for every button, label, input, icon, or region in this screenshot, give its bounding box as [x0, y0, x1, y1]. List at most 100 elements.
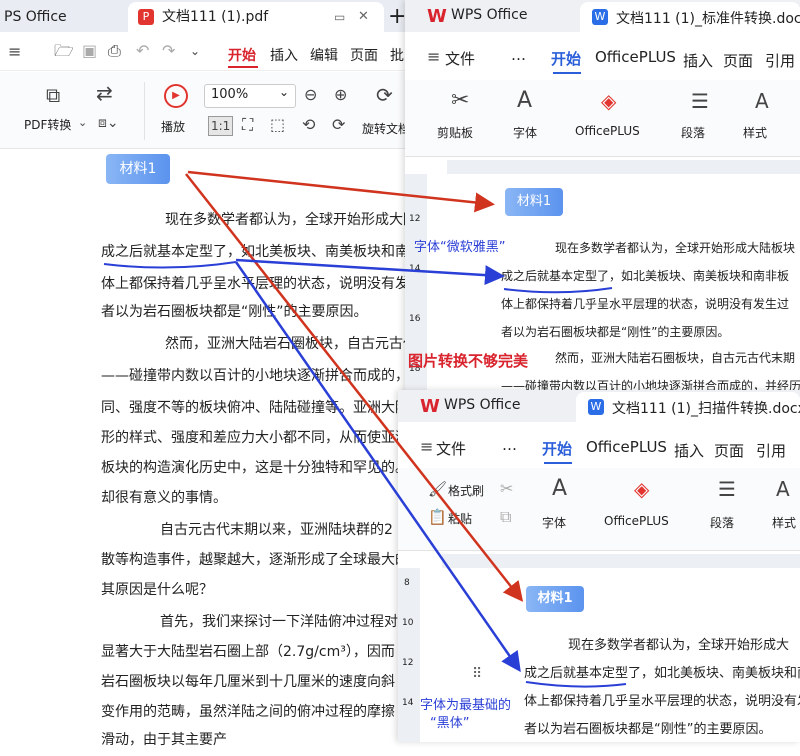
redo-icon[interactable]: ↷: [162, 42, 175, 60]
zoom-select[interactable]: 100% ⌄: [204, 84, 296, 108]
wps-logo-icon: W: [427, 6, 447, 27]
menu-start[interactable]: 开始: [228, 45, 256, 65]
menu-page[interactable]: 页面: [723, 50, 753, 71]
officeplus-icon[interactable]: ◈: [601, 91, 616, 111]
scissors-icon[interactable]: ✂: [500, 480, 513, 498]
style-icon[interactable]: A: [755, 91, 769, 111]
menu-underline: [228, 66, 258, 68]
pdf-line: 然而，亚洲大陆岩石圈板块，自古元古代: [165, 336, 417, 352]
menu-icon[interactable]: ≡: [8, 43, 21, 61]
menu-icon[interactable]: ≡: [427, 48, 440, 66]
clipboard-group[interactable]: 剪贴板: [437, 124, 473, 141]
undo-icon[interactable]: ↶: [136, 42, 149, 60]
menu-insert[interactable]: 插入: [270, 45, 298, 65]
win2-tab-bar: W WPS Office W 文档111 (1)_扫描件转换.docx: [398, 390, 800, 422]
menu-page[interactable]: 页面: [350, 45, 378, 65]
menu-edit[interactable]: 编辑: [310, 45, 338, 65]
fit-page-icon[interactable]: ⛶: [242, 116, 253, 134]
rotate-doc-button[interactable]: 旋转文档: [362, 120, 410, 137]
font-annotation-2: 字体为最基础的: [420, 698, 512, 713]
material-tag: 材料1: [526, 586, 584, 612]
rotate-right-icon[interactable]: ⟳: [332, 116, 345, 134]
chevron-down-icon[interactable]: ⌄: [190, 42, 200, 60]
style-icon[interactable]: A: [776, 479, 790, 499]
menu-insert[interactable]: 插入: [683, 50, 713, 71]
drag-handle-icon[interactable]: ⠿: [472, 666, 482, 682]
menu-file[interactable]: 文件: [445, 48, 475, 69]
paragraph-group[interactable]: 段落: [681, 124, 705, 141]
font-icon[interactable]: A: [552, 478, 567, 500]
paragraph-group[interactable]: 段落: [710, 514, 734, 531]
menu-annotate[interactable]: 批: [390, 45, 404, 65]
wps-office-tab[interactable]: WPS Office: [444, 397, 521, 413]
convert-doc-icon[interactable]: ⇄: [96, 83, 113, 103]
win1-file-tab-label: 文档111 (1)_标准件转换.docx: [616, 11, 800, 27]
zoom-value: 100%: [211, 87, 249, 102]
new-tab-button[interactable]: +: [388, 2, 406, 32]
doc-line: 者以为岩石圈板块都是“刚性”的主要原因。: [524, 722, 772, 737]
play-button[interactable]: 播放: [161, 118, 185, 135]
menu-reference[interactable]: 引用: [765, 50, 795, 71]
window-icon[interactable]: ▭: [334, 2, 345, 32]
pdf-convert-button[interactable]: PDF转换: [24, 116, 71, 133]
copy-icon[interactable]: ⧉: [500, 508, 511, 526]
win2-file-tab[interactable]: W 文档111 (1)_扫描件转换.docx: [576, 392, 800, 422]
pdf-line: 却很有意义的事情。: [101, 490, 227, 506]
print-icon[interactable]: ⎙: [108, 42, 121, 60]
win1-file-tab[interactable]: W 文档111 (1)_标准件转换.docx: [580, 2, 800, 32]
actual-size-icon[interactable]: 1:1: [208, 116, 234, 136]
font-group[interactable]: 字体: [542, 514, 566, 531]
officeplus-group[interactable]: OfficePLUS: [575, 124, 640, 138]
play-icon[interactable]: ▶: [164, 84, 188, 108]
chevron-down-icon: ⌄: [278, 85, 289, 99]
open-folder-icon[interactable]: 🗁: [54, 42, 74, 60]
menu-start[interactable]: 开始: [551, 48, 581, 69]
menu-file[interactable]: 文件: [436, 438, 466, 459]
format-painter-button[interactable]: 格式刷: [448, 482, 484, 499]
zoom-in-icon[interactable]: ⊕: [334, 86, 347, 104]
rotate-left-icon[interactable]: ⟲: [302, 116, 315, 134]
convert-options-icon[interactable]: ⧈⌄: [98, 114, 119, 132]
menu-icon[interactable]: ≡: [420, 438, 433, 456]
pdf-line: 者以为岩石圈板块都是“刚性”的主要原因。: [101, 304, 368, 320]
menu-reference[interactable]: 引用: [756, 440, 786, 461]
paragraph-icon[interactable]: ☰: [691, 91, 709, 111]
paste-button[interactable]: 粘贴: [448, 510, 472, 527]
menu-more[interactable]: …: [511, 46, 526, 64]
officeplus-group[interactable]: OfficePLUS: [604, 514, 669, 528]
pdf-line: 其原因是什么呢？: [101, 582, 213, 598]
style-group[interactable]: 样式: [743, 124, 767, 141]
win1-tab-bar: W WPS Office W 文档111 (1)_标准件转换.docx: [405, 0, 800, 32]
pdf-file-tab[interactable]: P 文档111 (1).pdf ▭ ✕: [128, 2, 384, 32]
font-annotation: 字体“微软雅黑”: [414, 240, 506, 255]
menu-officeplus[interactable]: OfficePLUS: [586, 438, 667, 456]
font-icon[interactable]: A: [517, 90, 532, 112]
ruler-number: 14: [402, 698, 414, 708]
app-tab[interactable]: PS Office: [0, 2, 122, 32]
pdf-convert-icon[interactable]: ⧉: [46, 85, 60, 105]
menu-more[interactable]: …: [502, 436, 517, 454]
menu-start[interactable]: 开始: [542, 438, 572, 459]
scissors-icon[interactable]: ✂: [451, 90, 469, 112]
format-painter-icon[interactable]: 🖌: [428, 480, 447, 498]
ruler-number: 12: [402, 658, 414, 668]
pdf-line: 滑动，由于其主要产: [101, 732, 227, 748]
fit-width-icon[interactable]: ⬚: [270, 116, 285, 134]
pdf-line: 首先，我们来探讨一下洋陆俯冲过程对: [160, 614, 398, 630]
font-annotation-2b: “黑体”: [430, 716, 470, 731]
save-icon[interactable]: ▣: [82, 42, 97, 60]
paragraph-icon[interactable]: ☰: [718, 479, 736, 499]
rotate-doc-icon[interactable]: ⟳: [376, 85, 393, 105]
wps-office-tab[interactable]: WPS Office: [451, 7, 528, 23]
paste-icon[interactable]: 📋: [428, 508, 447, 526]
close-icon[interactable]: ✕: [358, 2, 369, 32]
officeplus-icon[interactable]: ◈: [634, 479, 649, 499]
zoom-out-icon[interactable]: ⊖: [304, 86, 317, 104]
chevron-down-icon[interactable]: ⌄: [78, 114, 87, 132]
style-group[interactable]: 样式: [772, 514, 796, 531]
pdf-line: 岩石圈板块以每年几厘米到十几厘米的速度向斜: [101, 674, 395, 690]
menu-insert[interactable]: 插入: [674, 440, 704, 461]
menu-page[interactable]: 页面: [714, 440, 744, 461]
menu-officeplus[interactable]: OfficePLUS: [595, 48, 676, 66]
font-group[interactable]: 字体: [513, 124, 537, 141]
